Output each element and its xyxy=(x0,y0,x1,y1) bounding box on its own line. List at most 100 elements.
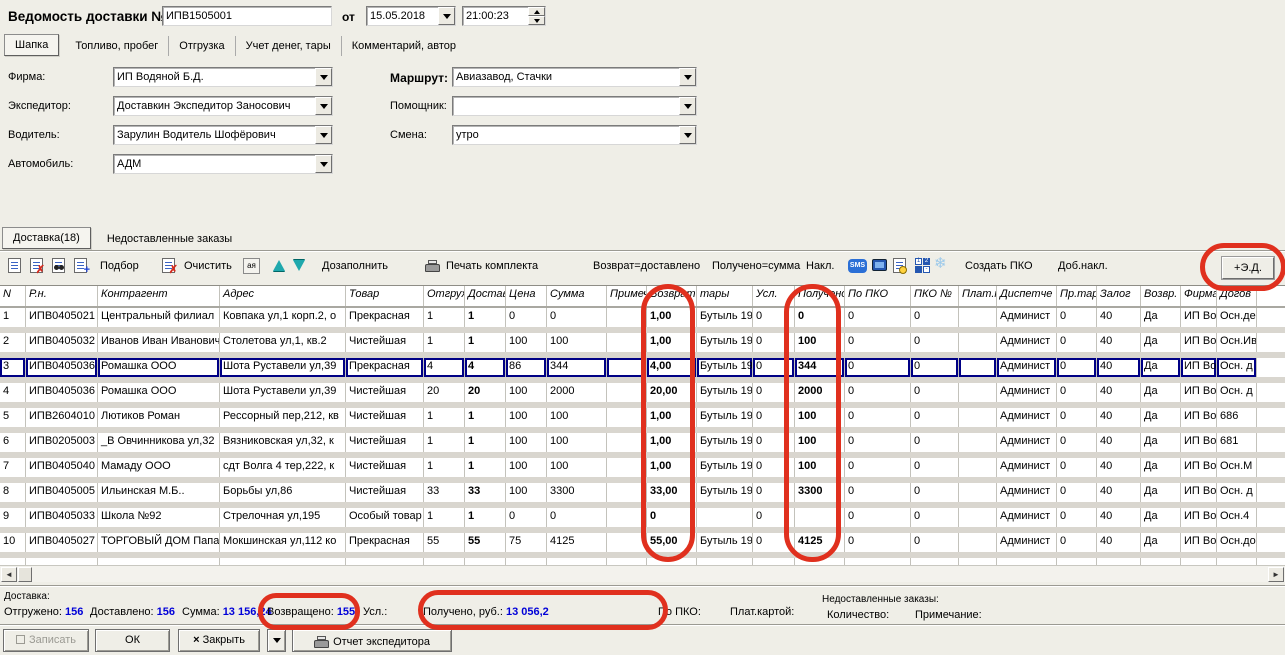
podbor-button[interactable]: Подбор xyxy=(100,260,139,272)
table-cell[interactable]: 100 xyxy=(506,458,547,477)
table-cell[interactable] xyxy=(607,408,647,427)
table-cell[interactable]: 1,00 xyxy=(647,408,697,427)
time-spinner[interactable]: 21:00:23 xyxy=(462,6,546,26)
tab-money[interactable]: Учет денег, тары xyxy=(236,36,342,56)
table-cell[interactable]: ИПВ0405033 xyxy=(26,508,98,527)
add-row-icon[interactable]: + xyxy=(74,258,90,274)
table-cell[interactable]: 0 xyxy=(911,508,959,527)
table-cell[interactable]: 9 xyxy=(0,508,26,527)
table-cell[interactable]: Админист xyxy=(997,308,1057,327)
table-cell[interactable]: Чистейшая xyxy=(346,433,424,452)
table-cell[interactable]: 100 xyxy=(795,458,845,477)
table-cell[interactable]: 100 xyxy=(547,458,607,477)
table-cell[interactable]: 0 xyxy=(845,383,911,402)
table-cell[interactable]: ИП Во xyxy=(1181,508,1217,527)
table-cell[interactable]: 0 xyxy=(753,333,795,352)
table-cell[interactable]: 1,00 xyxy=(647,308,697,327)
table-cell[interactable] xyxy=(607,358,647,377)
table-cell[interactable]: 1 xyxy=(465,508,506,527)
table-cell[interactable] xyxy=(959,483,997,502)
table-cell[interactable]: 100 xyxy=(506,383,547,402)
table-cell[interactable]: 4 xyxy=(0,383,26,402)
table-cell[interactable]: 100 xyxy=(795,433,845,452)
table-cell[interactable]: 344 xyxy=(795,358,845,377)
table-cell[interactable]: Прекрасная xyxy=(346,533,424,552)
table-cell[interactable]: 3 xyxy=(0,358,26,377)
column-header[interactable]: Пр.тара xyxy=(1057,286,1097,306)
ed-button[interactable]: +Э.Д. xyxy=(1222,257,1274,279)
table-cell[interactable]: 6 xyxy=(0,433,26,452)
table-cell[interactable]: 75 xyxy=(506,533,547,552)
table-cell[interactable]: 100 xyxy=(506,483,547,502)
table-cell[interactable]: 40 xyxy=(1097,433,1141,452)
table-cell[interactable]: Стрелочная ул,195 xyxy=(220,508,346,527)
table-cell[interactable]: 1 xyxy=(465,308,506,327)
column-header[interactable]: Примечани xyxy=(607,286,647,306)
table-cell[interactable] xyxy=(607,508,647,527)
sms-icon[interactable]: SMS xyxy=(848,259,867,273)
tab-shapka[interactable]: Шапка xyxy=(4,34,59,56)
table-row[interactable]: 4ИПВ0405036Ромашка ОООШота Руставели ул,… xyxy=(0,383,1285,408)
table-cell[interactable]: Осн.4 xyxy=(1217,508,1257,527)
table-cell[interactable]: Мокшинская ул,112 ко xyxy=(220,533,346,552)
table-cell[interactable]: Лютиков Роман xyxy=(98,408,220,427)
table-cell[interactable]: Админист xyxy=(997,383,1057,402)
table-cell[interactable]: Шота Руставели ул,39 xyxy=(220,358,346,377)
table-cell[interactable]: Ильинская М.Б.. xyxy=(98,483,220,502)
table-cell[interactable]: ИП Во xyxy=(1181,483,1217,502)
table-cell[interactable]: 0 xyxy=(911,408,959,427)
table-cell[interactable]: 33,00 xyxy=(647,483,697,502)
table-cell[interactable]: ИПВ0405005 xyxy=(26,483,98,502)
table-cell[interactable]: 1,00 xyxy=(647,333,697,352)
table-cell[interactable]: 0 xyxy=(795,308,845,327)
move-up-icon[interactable] xyxy=(273,260,289,276)
table-cell[interactable]: Бутыль 19л xyxy=(697,408,753,427)
table-cell[interactable]: Рессорный пер,212, кв xyxy=(220,408,346,427)
column-header[interactable]: Усл. xyxy=(753,286,795,306)
table-cell[interactable]: Да xyxy=(1141,308,1181,327)
table-cell[interactable]: ИПВ0405021 xyxy=(26,308,98,327)
expeditor-dropdown-button[interactable] xyxy=(315,97,332,115)
table-cell[interactable]: ИПВ0405032 xyxy=(26,333,98,352)
table-cell[interactable]: 1 xyxy=(424,333,465,352)
received-eq-sum-button[interactable]: Получено=сумма xyxy=(712,260,800,272)
table-cell[interactable]: 100 xyxy=(547,408,607,427)
table-cell[interactable]: 1 xyxy=(465,333,506,352)
table-cell[interactable]: 4125 xyxy=(547,533,607,552)
helper-combo[interactable] xyxy=(452,96,697,116)
table-cell[interactable]: 10 xyxy=(0,533,26,552)
return-eq-delivered-button[interactable]: Возврат=доставлено xyxy=(593,260,700,272)
shift-combo[interactable]: утро xyxy=(452,125,697,145)
table-cell[interactable]: Да xyxy=(1141,358,1181,377)
table-cell[interactable]: ИП Во xyxy=(1181,308,1217,327)
column-header[interactable]: Достав xyxy=(465,286,506,306)
table-cell[interactable] xyxy=(795,508,845,527)
table-cell[interactable] xyxy=(697,508,753,527)
table-row[interactable]: 6ИПВ0205003_В Овчинникова ул,32Вязниковс… xyxy=(0,433,1285,458)
document-smiley-icon[interactable] xyxy=(893,258,909,274)
table-cell[interactable]: Осн.до xyxy=(1217,533,1257,552)
column-header[interactable]: Возвр. xyxy=(1141,286,1181,306)
helper-dropdown-button[interactable] xyxy=(679,97,696,115)
scroll-left-icon[interactable]: ◄ xyxy=(1,567,17,582)
table-cell[interactable]: 0 xyxy=(845,458,911,477)
table-cell[interactable]: 681 xyxy=(1217,433,1257,452)
table-cell[interactable]: 86 xyxy=(506,358,547,377)
table-cell[interactable]: 33 xyxy=(465,483,506,502)
table-cell[interactable]: 0 xyxy=(1057,408,1097,427)
table-cell[interactable]: 100 xyxy=(547,333,607,352)
table-cell[interactable]: Да xyxy=(1141,383,1181,402)
column-header[interactable]: Контрагент xyxy=(98,286,220,306)
tab-delivery[interactable]: Доставка(18) xyxy=(2,227,91,249)
expeditor-value[interactable]: Доставкин Экспедитор Заносович xyxy=(114,97,315,115)
table-cell[interactable]: 0 xyxy=(506,308,547,327)
monitor-icon[interactable] xyxy=(872,258,888,274)
table-cell[interactable]: 40 xyxy=(1097,458,1141,477)
table-cell[interactable]: Да xyxy=(1141,333,1181,352)
table-cell[interactable]: 40 xyxy=(1097,508,1141,527)
table-cell[interactable]: Чистейшая xyxy=(346,383,424,402)
table-cell[interactable]: 33 xyxy=(424,483,465,502)
table-cell[interactable]: 0 xyxy=(845,408,911,427)
column-header[interactable]: Догов xyxy=(1217,286,1257,306)
table-cell[interactable]: Прекрасная xyxy=(346,358,424,377)
